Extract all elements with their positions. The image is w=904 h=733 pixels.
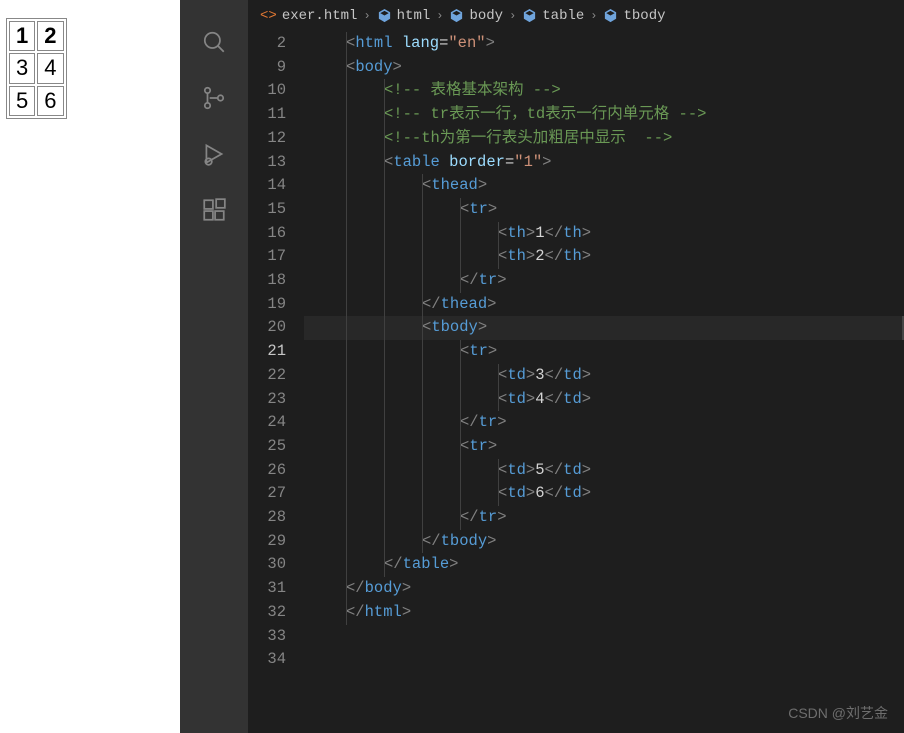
code-line[interactable]: </tr>	[304, 269, 904, 293]
preview-td: 4	[37, 53, 63, 83]
preview-td: 6	[37, 86, 63, 116]
code-line[interactable]: <html lang="en">	[304, 32, 904, 56]
preview-th: 2	[37, 21, 63, 51]
chevron-right-icon: ›	[363, 9, 370, 23]
html-file-icon: <>	[260, 8, 277, 24]
editor-area: <> exer.html › html › body › table › tbo…	[248, 0, 904, 733]
line-number-gutter: 2910111213141516171819202122232425262728…	[248, 32, 304, 733]
code-line[interactable]: <td>6</td>	[304, 482, 904, 506]
breadcrumb-segment[interactable]: html	[377, 8, 431, 24]
code-line[interactable]: </html>	[304, 601, 904, 625]
preview-td: 5	[9, 86, 35, 116]
preview-th: 1	[9, 21, 35, 51]
preview-table: 1 2 3 4 5 6	[6, 18, 67, 119]
symbol-icon	[603, 8, 618, 24]
watermark: CSDN @刘艺金	[788, 703, 888, 723]
search-icon[interactable]	[200, 28, 228, 56]
code-line[interactable]: <!-- 表格基本架构 -->	[304, 79, 904, 103]
chevron-right-icon: ›	[436, 9, 443, 23]
extensions-icon[interactable]	[200, 196, 228, 224]
code-line[interactable]: <td>3</td>	[304, 364, 904, 388]
symbol-icon	[449, 8, 464, 24]
activity-bar	[180, 0, 248, 733]
symbol-icon	[377, 8, 392, 24]
breadcrumb-file-name: exer.html	[282, 8, 358, 24]
breadcrumb-segment[interactable]: body	[449, 8, 503, 24]
code-line[interactable]: <!--th为第一行表头加粗居中显示 -->	[304, 127, 904, 151]
code-line[interactable]: </body>	[304, 577, 904, 601]
code-line[interactable]: <th>1</th>	[304, 222, 904, 246]
breadcrumb-segment[interactable]: tbody	[603, 8, 665, 24]
code-editor[interactable]: 2910111213141516171819202122232425262728…	[248, 32, 904, 733]
code-line[interactable]: <thead>	[304, 174, 904, 198]
code-line[interactable]: <tr>	[304, 340, 904, 364]
code-line[interactable]: <td>5</td>	[304, 459, 904, 483]
breadcrumb-file[interactable]: <> exer.html	[260, 8, 357, 24]
code-line[interactable]: </tbody>	[304, 530, 904, 554]
code-line[interactable]: </table>	[304, 553, 904, 577]
chevron-right-icon: ›	[590, 9, 597, 23]
code-line[interactable]: </tr>	[304, 506, 904, 530]
source-control-icon[interactable]	[200, 84, 228, 112]
symbol-icon	[522, 8, 537, 24]
code-line[interactable]: </tr>	[304, 411, 904, 435]
code-line[interactable]: <table border="1">	[304, 151, 904, 175]
code-line[interactable]: <tr>	[304, 198, 904, 222]
code-line[interactable]: <body>	[304, 56, 904, 80]
code-content[interactable]: <html lang="en"><body><!-- 表格基本架构 --><!-…	[304, 32, 904, 733]
code-line[interactable]: <td>4</td>	[304, 388, 904, 412]
chevron-right-icon: ›	[509, 9, 516, 23]
preview-td: 3	[9, 53, 35, 83]
html-preview-panel: 1 2 3 4 5 6	[0, 0, 180, 733]
breadcrumb[interactable]: <> exer.html › html › body › table › tbo…	[248, 0, 904, 32]
code-line[interactable]: <!-- tr表示一行，td表示一行内单元格 -->	[304, 103, 904, 127]
code-line[interactable]: <th>2</th>	[304, 245, 904, 269]
breadcrumb-segment[interactable]: table	[522, 8, 584, 24]
run-debug-icon[interactable]	[200, 140, 228, 168]
code-line[interactable]: </thead>	[304, 293, 904, 317]
code-line[interactable]: <tr>	[304, 435, 904, 459]
code-line[interactable]: <tbody>	[304, 316, 904, 340]
